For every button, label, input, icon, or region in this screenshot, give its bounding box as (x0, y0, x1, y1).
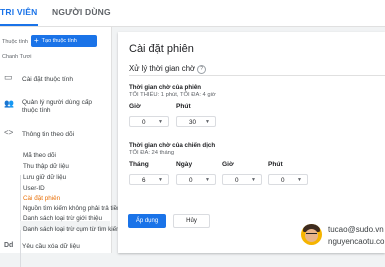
apply-button[interactable]: Áp dụng (128, 214, 166, 228)
sidebar-item-label: Quản lý người dùng cấp thuộc tính (22, 99, 93, 114)
campaign-minutes-label: Phút (268, 161, 283, 168)
subitem-session-settings[interactable]: Cài đặt phiên (23, 195, 60, 202)
campaign-months-label: Tháng (129, 161, 149, 168)
main-panel: Cài đặt phiên Xử lý thời gian chờ? Thời … (111, 27, 385, 253)
session-minutes-select[interactable]: 30 ▼ (176, 116, 216, 127)
help-icon[interactable]: ? (197, 65, 207, 74)
subitem-tracking-code[interactable]: Mã theo dõi (23, 152, 56, 159)
subitem-search-term-exclusion[interactable]: Danh sách loại trừ cụm từ tìm kiếm (23, 226, 121, 233)
campaign-timeout-hint: TỐI ĐA: 24 tháng (129, 150, 175, 156)
subitem-data-retention[interactable]: Lưu giữ dữ liệu (23, 174, 66, 181)
campaign-days-label: Ngày (176, 161, 193, 168)
sidebar-item-label: Cài đặt thuộc tính (22, 76, 73, 83)
create-property-button[interactable]: + Tạo thuộc tính (31, 35, 97, 47)
subitem-referral-exclusion[interactable]: Danh sách loại trừ giới thiệu (23, 215, 102, 222)
top-tab-bar: TRI VIÊN NGƯỜI DÙNG (0, 0, 385, 27)
chevron-down-icon: ▼ (297, 176, 302, 183)
create-property-label: Tạo thuộc tính (41, 38, 77, 44)
section-title: Xử lý thời gian chờ? (129, 64, 207, 74)
chevron-down-icon: ▼ (158, 118, 163, 125)
campaign-hours-label: Giờ (222, 161, 234, 168)
tab-account[interactable]: TRI VIÊN (0, 7, 38, 17)
page-title: Cài đặt phiên (129, 43, 194, 55)
session-timeout-label: Thời gian chờ của phiên (129, 84, 202, 91)
property-label: Thuộc tính (2, 39, 28, 45)
campaign-days-select[interactable]: 0 ▼ (176, 174, 216, 185)
chevron-down-icon: ▼ (205, 176, 210, 183)
campaign-months-select[interactable]: 6 ▼ (129, 174, 169, 185)
select-value: 0 (189, 177, 193, 184)
property-name: Chanh Tươi (2, 54, 32, 60)
sidebar-item-label: Yêu cầu xóa dữ liệu (22, 243, 80, 250)
sidebar-item-user-management[interactable]: 👥 Quản lý người dùng cấp thuộc tính (0, 96, 110, 118)
session-hours-label: Giờ (129, 103, 141, 110)
session-hours-select[interactable]: 0 ▼ (129, 116, 169, 127)
section-title-text: Xử lý thời gian chờ (129, 64, 196, 73)
watermark-email: tucao@sudo.vn (328, 225, 384, 234)
data-deletion-icon: Dd (4, 242, 14, 249)
sidebar-item-property-settings[interactable]: ▭ Cài đặt thuộc tính (0, 71, 110, 85)
plus-icon: + (34, 36, 39, 45)
select-value: 0 (235, 177, 239, 184)
subitem-organic-search-sources[interactable]: Nguồn tìm kiếm không phải trả tiền (23, 205, 121, 212)
sidebar-item-label: Thông tin theo dõi (22, 131, 75, 138)
subitem-user-id[interactable]: User-ID (23, 185, 45, 192)
section-divider (129, 75, 385, 76)
chevron-down-icon: ▼ (205, 118, 210, 125)
subitem-data-collection[interactable]: Thu thập dữ liệu (23, 163, 69, 170)
avatar (301, 224, 322, 245)
select-value: 30 (189, 119, 197, 126)
session-minutes-label: Phút (176, 103, 191, 110)
active-tab-indicator (0, 24, 38, 26)
cancel-button[interactable]: Hủy (173, 214, 210, 228)
session-timeout-hint: TỐI THIỂU: 1 phút, TỐI ĐA: 4 giờ (129, 92, 216, 98)
sidebar-item-data-deletion[interactable]: Dd Yêu cầu xóa dữ liệu (0, 241, 110, 253)
select-value: 0 (281, 177, 285, 184)
select-value: 6 (142, 177, 146, 184)
campaign-timeout-label: Thời gian chờ của chiến dịch (129, 142, 216, 149)
code-icon: <> (4, 128, 14, 137)
users-icon: 👥 (4, 99, 14, 108)
property-settings-icon: ▭ (4, 72, 13, 82)
chevron-down-icon: ▼ (158, 176, 163, 183)
sidebar: Thuộc tính + Tạo thuộc tính Chanh Tươi ▭… (0, 27, 121, 267)
tab-users[interactable]: NGƯỜI DÙNG (52, 7, 111, 17)
chevron-down-icon: ▼ (251, 176, 256, 183)
sidebar-item-tracking-info[interactable]: <> Thông tin theo dõi (0, 127, 110, 141)
campaign-minutes-select[interactable]: 0 ▼ (268, 174, 308, 185)
watermark-site: nguyencaotu.com (328, 237, 385, 246)
watermark: tucao@sudo.vn nguyencaotu.com (301, 222, 385, 253)
campaign-hours-select[interactable]: 0 ▼ (222, 174, 262, 185)
select-value: 0 (142, 119, 146, 126)
